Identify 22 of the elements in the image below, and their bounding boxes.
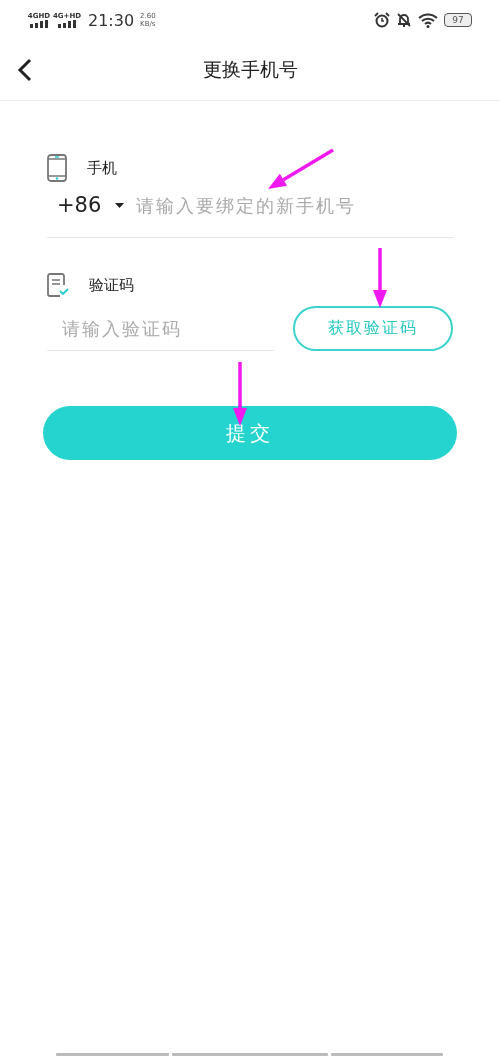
battery-indicator: 97 (444, 13, 472, 27)
phone-icon (47, 154, 67, 182)
page-title: 更换手机号 (201, 57, 299, 82)
clock: 21:30 (88, 10, 135, 30)
signal-icon (30, 20, 48, 28)
annotation-arrow (268, 148, 334, 189)
muted-bell-icon (396, 12, 412, 28)
country-code[interactable]: +86 (57, 193, 102, 217)
field-label: 验证码 (89, 275, 134, 295)
annotation-arrow (233, 362, 247, 426)
dropdown-icon[interactable] (115, 202, 125, 208)
signal-icon (58, 20, 76, 28)
field-label: 手机 (87, 158, 117, 178)
wifi-icon (418, 12, 438, 28)
back-icon[interactable] (16, 58, 34, 82)
get-code-button[interactable]: 获取验证码 (293, 306, 453, 351)
code-input[interactable]: 请输入验证码 (47, 306, 274, 351)
submit-button[interactable]: 提交 (43, 406, 457, 460)
checklist-icon (47, 273, 69, 297)
annotation-arrow (373, 248, 387, 308)
phone-input[interactable]: 请输入要绑定的新手机号 (136, 194, 397, 216)
alarm-icon (374, 12, 390, 28)
